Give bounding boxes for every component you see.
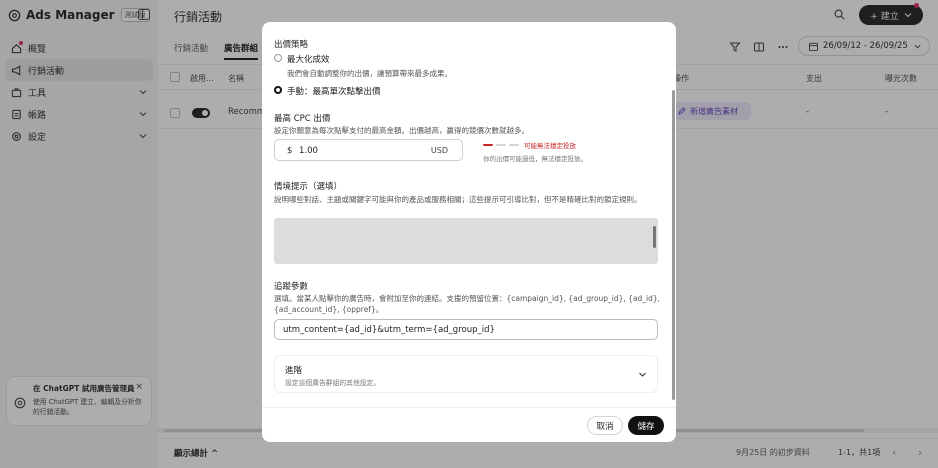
ad-group-settings-modal: 出價策略 最大化成效 我們會自動調整你的出價，讓預算帶來最多成果。 手動：最高單…: [262, 22, 676, 442]
bid-strength-meter: [483, 144, 522, 146]
context-hints-textarea[interactable]: [274, 218, 658, 264]
max-cpc-title: 最高 CPC 出價: [274, 114, 331, 124]
radio-max-results-label[interactable]: 最大化成效: [287, 53, 330, 65]
tracking-params-input[interactable]: utm_content={ad_id}&utm_term={ad_group_i…: [274, 319, 658, 340]
currency-unit: USD: [430, 146, 448, 155]
currency-symbol: $: [287, 146, 293, 156]
modal-body: 出價策略 最大化成效 我們會自動調整你的出價，讓預算帶來最多成果。 手動：最高單…: [262, 22, 676, 407]
advanced-desc: 設定這個廣告群組的其他設定。: [285, 379, 381, 387]
meter-segment: [496, 144, 506, 146]
meter-segment: [509, 144, 519, 146]
meter-segment: [483, 144, 493, 146]
radio-manual-cpc-label[interactable]: 手動：最高單次點擊出價: [287, 85, 381, 97]
max-cpc-input[interactable]: $ 1.00 USD: [274, 139, 463, 161]
context-hints-desc: 說明哪些對話、主題或關鍵字可能與你的產品或服務相關；這些提示可引導比對，但不是精…: [274, 195, 642, 204]
save-button[interactable]: 儲存: [628, 416, 664, 435]
advanced-title: 進階: [285, 366, 303, 376]
radio-manual-cpc[interactable]: [274, 86, 282, 94]
bidding-strategy-title: 出價策略: [274, 40, 309, 50]
cancel-button[interactable]: 取消: [587, 416, 623, 435]
radio-max-results-desc: 我們會自動調整你的出價，讓預算帶來最多成果。: [287, 69, 452, 78]
modal-scrollbar[interactable]: [672, 90, 675, 400]
bid-strength-hint: 你的出價可能過低，無法穩定投放。: [483, 155, 587, 163]
radio-max-results[interactable]: [274, 54, 282, 62]
advanced-settings-accordion[interactable]: 進階 設定這個廣告群組的其他設定。: [274, 355, 658, 393]
max-cpc-desc: 設定你願意為每次點擊支付的最高金額。出價越高，贏得的競價次數就越多。: [274, 126, 529, 135]
tracking-params-title: 追蹤參數: [274, 282, 309, 292]
max-cpc-value[interactable]: 1.00: [299, 146, 318, 156]
bid-strength-label: 可能無法穩定投放: [524, 142, 576, 150]
chevron-down-icon: [639, 372, 646, 377]
textarea-scrollbar[interactable]: [653, 226, 656, 248]
modal-footer: 取消 儲存: [262, 407, 676, 442]
context-hints-title: 情境提示（選填）: [274, 182, 343, 192]
tracking-params-desc: 選填。當某人點擊你的廣告時，會附加至你的連結。支援的預留位置：{campaign…: [274, 294, 661, 314]
